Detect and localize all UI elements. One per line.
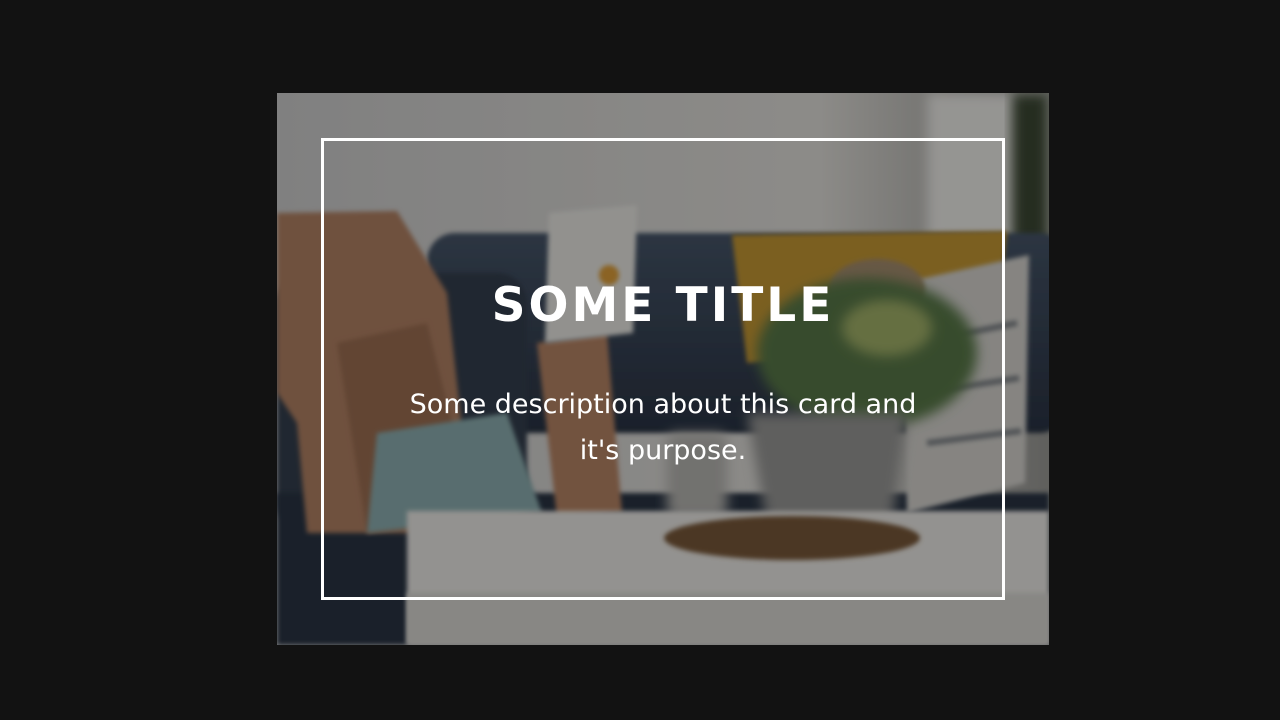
card-description: Some description about this card and it'… [409, 389, 917, 466]
card[interactable]: SOME TITLE Some description about this c… [277, 93, 1049, 645]
card-title: SOME TITLE [491, 278, 835, 333]
card-border-frame [321, 138, 1005, 600]
page: SOME TITLE Some description about this c… [0, 0, 1280, 720]
